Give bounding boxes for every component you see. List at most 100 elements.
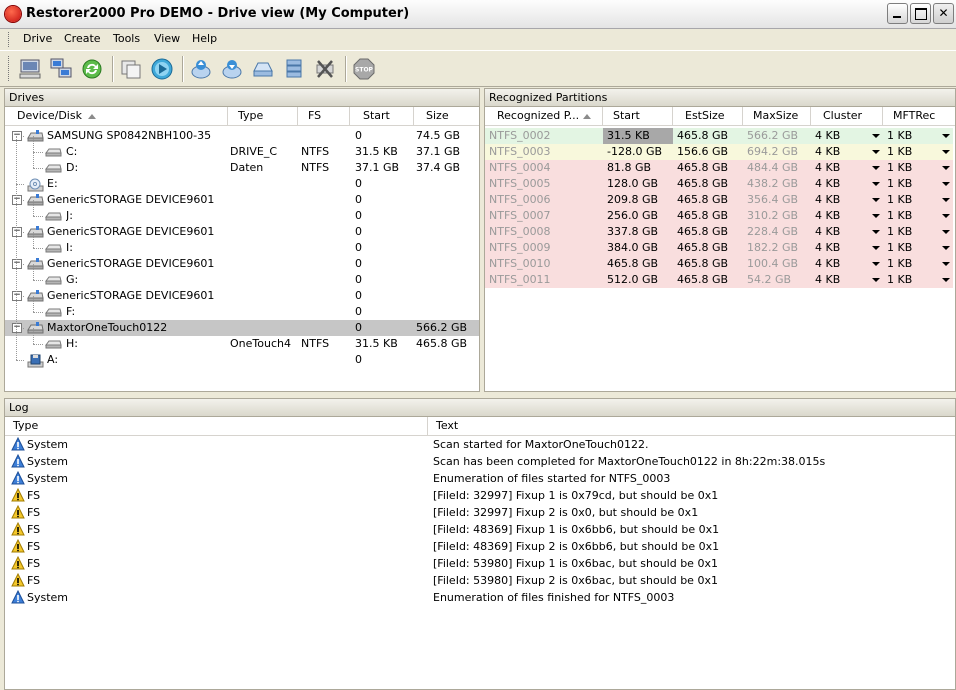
mftrec-dropdown-icon[interactable] xyxy=(942,246,950,250)
drive-row[interactable]: − MaxtorOneTouch0122 0 566.2 GB xyxy=(5,320,479,336)
col-log-text[interactable]: Text xyxy=(428,417,955,435)
col-cluster[interactable]: Cluster xyxy=(811,107,883,125)
log-row[interactable]: FS [FileId: 48369] Fixup 1 is 0x6bb6, but… xyxy=(5,521,955,538)
menu-drive[interactable]: Drive xyxy=(23,32,52,45)
mftrec-dropdown-icon[interactable] xyxy=(942,278,950,282)
cluster-dropdown-icon[interactable] xyxy=(872,198,880,202)
partition-cluster[interactable]: 4 KB xyxy=(811,144,871,160)
partition-start[interactable]: 256.0 GB xyxy=(603,208,673,224)
log-row[interactable]: FS [FileId: 32997] Fixup 1 is 0x79cd, but… xyxy=(5,487,955,504)
cluster-dropdown-icon[interactable] xyxy=(872,246,880,250)
partition-start[interactable]: 81.8 GB xyxy=(603,160,673,176)
close-button[interactable]: ✕ xyxy=(933,3,954,24)
partition-cluster[interactable]: 4 KB xyxy=(811,192,871,208)
menu-tools[interactable]: Tools xyxy=(113,32,140,45)
drive-row[interactable]: − GenericSTORAGE DEVICE9601 0 xyxy=(5,288,479,304)
stack-drives-button[interactable] xyxy=(282,57,306,81)
cluster-dropdown-icon[interactable] xyxy=(872,214,880,218)
partition-mftrec[interactable]: 1 KB xyxy=(883,272,941,288)
partition-cluster[interactable]: 4 KB xyxy=(811,272,871,288)
menu-help[interactable]: Help xyxy=(192,32,217,45)
mftrec-dropdown-icon[interactable] xyxy=(942,182,950,186)
partition-cluster[interactable]: 4 KB xyxy=(811,240,871,256)
partition-start[interactable]: 465.8 GB xyxy=(603,256,673,272)
col-mftrec[interactable]: MFTRec xyxy=(883,107,955,125)
partition-cluster[interactable]: 4 KB xyxy=(811,208,871,224)
partition-cluster[interactable]: 4 KB xyxy=(811,224,871,240)
mftrec-dropdown-icon[interactable] xyxy=(942,150,950,154)
partition-cluster[interactable]: 4 KB xyxy=(811,256,871,272)
scan-button[interactable] xyxy=(150,57,174,81)
disk-region-button[interactable] xyxy=(251,57,275,81)
drive-row[interactable]: C: DRIVE_C NTFS 31.5 KB 37.1 GB xyxy=(5,136,479,160)
col-estsize[interactable]: EstSize xyxy=(673,107,743,125)
log-row[interactable]: System Enumeration of files started for N… xyxy=(5,470,955,487)
partition-mftrec[interactable]: 1 KB xyxy=(883,240,941,256)
partition-mftrec[interactable]: 1 KB xyxy=(883,208,941,224)
drive-row[interactable]: − GenericSTORAGE DEVICE9601 0 xyxy=(5,256,479,272)
mftrec-dropdown-icon[interactable] xyxy=(942,166,950,170)
mftrec-dropdown-icon[interactable] xyxy=(942,134,950,138)
drive-row[interactable]: D: Daten NTFS 37.1 GB 37.4 GB xyxy=(5,152,479,176)
col-start[interactable]: Start xyxy=(603,107,673,125)
partition-row[interactable]: NTFS_0009 384.0 GB 465.8 GB 182.2 GB 4 KB 1 K… xyxy=(485,240,953,256)
log-row[interactable]: System Scan started for MaxtorOneTouch012… xyxy=(5,436,955,453)
cluster-dropdown-icon[interactable] xyxy=(872,182,880,186)
partition-row[interactable]: NTFS_0003 -128.0 GB 156.6 GB 694.2 GB 4 KB 1 … xyxy=(485,144,953,160)
toolbar-grip[interactable] xyxy=(8,56,12,81)
network-button[interactable] xyxy=(49,57,73,81)
app-logo-icon[interactable] xyxy=(5,6,21,22)
col-recognized-partition[interactable]: Recognized P... xyxy=(485,107,603,125)
stop-button[interactable]: STOP xyxy=(352,57,376,81)
col-device-disk[interactable]: Device/Disk xyxy=(5,107,228,125)
cluster-dropdown-icon[interactable] xyxy=(872,134,880,138)
copy-disk-button[interactable] xyxy=(119,57,143,81)
drive-row[interactable]: I: 0 xyxy=(5,232,479,256)
maximize-button[interactable] xyxy=(910,3,931,24)
partition-row[interactable]: NTFS_0005 128.0 GB 465.8 GB 438.2 GB 4 KB 1 K… xyxy=(485,176,953,192)
collapse-toggle[interactable]: − xyxy=(12,291,22,301)
partition-mftrec[interactable]: 1 KB xyxy=(883,224,941,240)
open-files-button[interactable] xyxy=(189,57,213,81)
cluster-dropdown-icon[interactable] xyxy=(872,230,880,234)
col-log-type[interactable]: Type xyxy=(5,417,428,435)
drive-row[interactable]: A: 0 xyxy=(5,352,479,368)
collapse-toggle[interactable]: − xyxy=(12,195,22,205)
log-row[interactable]: FS [FileId: 53980] Fixup 2 is 0x6bac, but… xyxy=(5,572,955,589)
collapse-toggle[interactable]: − xyxy=(12,259,22,269)
menu-view[interactable]: View xyxy=(154,32,180,45)
col-fs[interactable]: FS xyxy=(298,107,350,125)
partition-mftrec[interactable]: 1 KB xyxy=(883,128,941,144)
partition-row[interactable]: NTFS_0008 337.8 GB 465.8 GB 228.4 GB 4 KB 1 K… xyxy=(485,224,953,240)
partition-row[interactable]: NTFS_0007 256.0 GB 465.8 GB 310.2 GB 4 KB 1 K… xyxy=(485,208,953,224)
col-maxsize[interactable]: MaxSize xyxy=(743,107,811,125)
partition-start[interactable]: 128.0 GB xyxy=(603,176,673,192)
cluster-dropdown-icon[interactable] xyxy=(872,278,880,282)
col-type[interactable]: Type xyxy=(228,107,298,125)
col-start[interactable]: Start xyxy=(350,107,414,125)
collapse-toggle[interactable]: − xyxy=(12,323,22,333)
collapse-toggle[interactable]: − xyxy=(12,227,22,237)
cluster-dropdown-icon[interactable] xyxy=(872,150,880,154)
partition-start[interactable]: 337.8 GB xyxy=(603,224,673,240)
partition-start[interactable]: 209.8 GB xyxy=(603,192,673,208)
drive-row[interactable]: F: 0 xyxy=(5,296,479,320)
drive-row[interactable]: − SAMSUNG SP0842NBH100-35 0 74.5 GB xyxy=(5,128,479,144)
partition-mftrec[interactable]: 1 KB xyxy=(883,160,941,176)
partition-row[interactable]: NTFS_0010 465.8 GB 465.8 GB 100.4 GB 4 KB 1 K… xyxy=(485,256,953,272)
mftrec-dropdown-icon[interactable] xyxy=(942,198,950,202)
save-files-button[interactable] xyxy=(220,57,244,81)
mftrec-dropdown-icon[interactable] xyxy=(942,230,950,234)
partition-row[interactable]: NTFS_0006 209.8 GB 465.8 GB 356.4 GB 4 KB 1 K… xyxy=(485,192,953,208)
drive-row[interactable]: H: OneTouch4 NTFS 31.5 KB 465.8 GB xyxy=(5,328,479,352)
partition-row[interactable]: NTFS_0002 31.5 KB 465.8 GB 566.2 GB 4 KB 1 KB xyxy=(485,128,953,144)
log-row[interactable]: FS [FileId: 32997] Fixup 2 is 0x0, but sh… xyxy=(5,504,955,521)
partition-cluster[interactable]: 4 KB xyxy=(811,160,871,176)
partition-start[interactable]: -128.0 GB xyxy=(603,144,673,160)
log-row[interactable]: System Scan has been completed for Maxtor… xyxy=(5,453,955,470)
menu-create[interactable]: Create xyxy=(64,32,101,45)
partition-row[interactable]: NTFS_0011 512.0 GB 465.8 GB 54.2 GB 4 KB 1 KB xyxy=(485,272,953,288)
drive-row[interactable]: G: 0 xyxy=(5,264,479,288)
drive-row[interactable]: − GenericSTORAGE DEVICE9601 0 xyxy=(5,224,479,240)
log-row[interactable]: FS [FileId: 48369] Fixup 2 is 0x6bb6, but… xyxy=(5,538,955,555)
